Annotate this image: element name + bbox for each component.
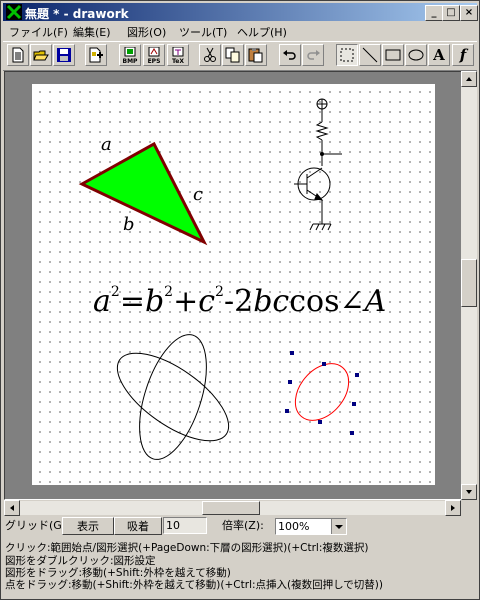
eps-label: EPS	[147, 58, 161, 65]
eps-export-icon	[148, 47, 160, 57]
rectangle-icon	[385, 49, 401, 61]
scroll-right-button[interactable]	[445, 500, 461, 516]
app-icon	[6, 4, 22, 20]
select-tool-button[interactable]	[336, 44, 358, 66]
copy-button[interactable]	[222, 44, 244, 66]
new-button[interactable]	[7, 44, 29, 66]
arrow-down-icon	[466, 490, 472, 494]
grid-snap-button[interactable]: 吸着	[114, 517, 162, 535]
new-file-icon	[12, 47, 24, 63]
toolbar: BMP EPS TeX A f	[3, 41, 477, 71]
undo-button[interactable]	[279, 44, 301, 66]
grid-show-button[interactable]: 表示	[62, 517, 114, 535]
maximize-button[interactable]: □	[442, 5, 460, 21]
copy-icon	[225, 47, 240, 63]
arrow-up-icon	[466, 77, 472, 81]
selection-handles[interactable]	[285, 351, 359, 435]
horizontal-scroll-thumb[interactable]	[202, 501, 260, 515]
arrow-left-icon	[10, 505, 14, 511]
grid-label: グリッド(G):	[5, 519, 70, 532]
open-button[interactable]	[30, 44, 52, 66]
zoom-dropdown-button[interactable]	[331, 519, 346, 534]
triangle-label-b[interactable]: b	[123, 214, 135, 235]
scissors-icon	[204, 47, 216, 62]
triangle-label-c[interactable]: c	[193, 184, 203, 205]
cut-button[interactable]	[199, 44, 221, 66]
status-line-4: 点をドラッグ:移動(+Shift:外枠を越えて移動)(+Ctrl:点挿入(複数回…	[5, 579, 383, 591]
open-folder-icon	[33, 50, 49, 61]
function-tool-button[interactable]: f	[452, 44, 474, 66]
line-icon	[362, 47, 378, 63]
vertical-scrollbar[interactable]	[461, 71, 477, 500]
line-tool-button[interactable]	[359, 44, 381, 66]
minimize-button[interactable]: _	[425, 5, 443, 21]
save-button[interactable]	[53, 44, 75, 66]
menu-file[interactable]: ファイル(F)	[9, 24, 68, 40]
bmp-label: BMP	[122, 58, 138, 65]
menu-bar: ファイル(F) 編集(E) 図形(O) ツール(T) ヘルプ(H)	[3, 22, 477, 40]
paste-clipboard-icon	[248, 48, 263, 63]
paste-button[interactable]	[245, 44, 267, 66]
triangle-shape[interactable]	[78, 141, 208, 246]
zoom-value: 100%	[278, 520, 310, 533]
transistor-circuit[interactable]	[294, 98, 342, 231]
grid-size-input[interactable]: 10	[163, 517, 207, 534]
close-button[interactable]: ×	[460, 5, 478, 21]
scroll-up-button[interactable]	[461, 71, 477, 87]
chevron-down-icon	[335, 525, 343, 529]
triangle-label-a[interactable]: a	[101, 134, 112, 155]
export-tex-button[interactable]: TeX	[167, 44, 189, 66]
menu-edit[interactable]: 編集(E)	[73, 24, 111, 40]
menu-tools[interactable]: ツール(T)	[179, 24, 227, 40]
zoom-select[interactable]: 100%	[275, 518, 347, 535]
arrow-right-icon	[451, 505, 455, 511]
export-eps-button[interactable]: EPS	[143, 44, 165, 66]
crossed-ellipses-shape[interactable]	[104, 327, 243, 468]
tex-label: TeX	[172, 58, 184, 65]
window-title: 無題 * - drawork	[25, 7, 129, 21]
vertical-scroll-thumb[interactable]	[461, 259, 477, 307]
selection-rectangle-icon	[340, 48, 354, 62]
canvas-viewport[interactable]: a b c a2=b2+c2-2bccos∠A	[4, 71, 462, 500]
scroll-down-button[interactable]	[461, 484, 477, 500]
drawing-paper[interactable]: a b c a2=b2+c2-2bccos∠A	[32, 84, 435, 485]
menu-help[interactable]: ヘルプ(H)	[237, 24, 287, 40]
app-window: 無題 * - drawork _ □ × ファイル(F) 編集(E) 図形(O)…	[0, 0, 480, 600]
document-settings-icon	[89, 47, 103, 63]
text-tool-button[interactable]: A	[428, 44, 450, 66]
drawing-layer: a b c a2=b2+c2-2bccos∠A	[78, 98, 386, 468]
redo-button[interactable]	[302, 44, 324, 66]
bmp-export-icon	[124, 47, 136, 57]
tex-export-icon	[172, 47, 184, 57]
menu-shape[interactable]: 図形(O)	[127, 24, 166, 40]
save-disk-icon	[57, 48, 71, 62]
undo-arrow-icon	[283, 50, 296, 60]
ellipse-icon	[408, 49, 424, 61]
scroll-left-button[interactable]	[4, 500, 20, 516]
grid-zoom-bar: グリッド(G): 表示 吸着 10 倍率(Z): 100%	[3, 515, 477, 535]
law-of-cosines-formula[interactable]: a2=b2+c2-2bccos∠A	[93, 284, 386, 319]
rectangle-tool-button[interactable]	[382, 44, 404, 66]
properties-button[interactable]	[85, 44, 107, 66]
redo-arrow-icon	[307, 50, 320, 60]
ellipse-tool-button[interactable]	[405, 44, 427, 66]
zoom-label: 倍率(Z):	[222, 519, 264, 532]
export-bmp-button[interactable]: BMP	[119, 44, 141, 66]
horizontal-scrollbar[interactable]	[4, 500, 461, 516]
title-bar[interactable]: 無題 * - drawork _ □ ×	[3, 3, 478, 21]
